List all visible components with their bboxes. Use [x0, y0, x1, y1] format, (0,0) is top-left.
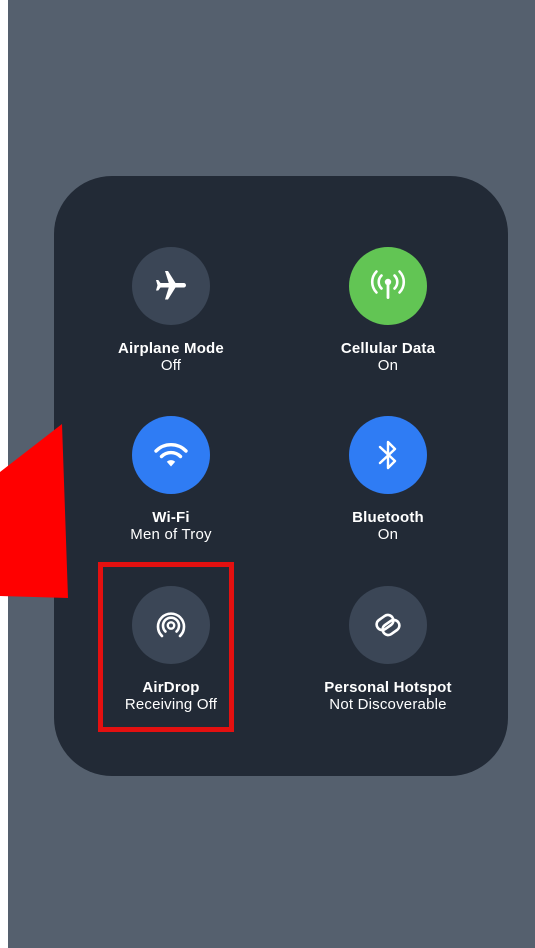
wifi-icon [152, 440, 190, 470]
cellular-data-status: On [377, 357, 399, 374]
bluetooth-button[interactable] [349, 416, 427, 494]
wifi-label: Wi-Fi [152, 509, 190, 526]
cellular-data-button[interactable] [349, 247, 427, 325]
wifi-network-status: Men of Troy [130, 526, 212, 543]
bluetooth-label: Bluetooth [352, 509, 424, 526]
airdrop-highlight-box [98, 562, 234, 732]
hotspot-link-icon [371, 608, 405, 642]
airplane-mode-button[interactable] [132, 247, 210, 325]
personal-hotspot-toggle[interactable]: Personal Hotspot Not Discoverable [278, 586, 498, 714]
personal-hotspot-button[interactable] [349, 586, 427, 664]
red-arrow-icon [0, 410, 80, 605]
airplane-mode-toggle[interactable]: Airplane Mode Off [61, 247, 281, 375]
personal-hotspot-status: Not Discoverable [329, 696, 447, 713]
wifi-toggle[interactable]: Wi-Fi Men of Troy [61, 416, 281, 544]
cellular-antenna-icon [368, 269, 408, 303]
airplane-mode-status: Off [160, 357, 182, 374]
bluetooth-status: On [377, 526, 399, 543]
wifi-button[interactable] [132, 416, 210, 494]
airplane-mode-label: Airplane Mode [118, 340, 224, 357]
personal-hotspot-label: Personal Hotspot [324, 679, 452, 696]
phone-screen: Airplane Mode Off Cellular Data On Wi-Fi… [8, 0, 535, 948]
cellular-data-toggle[interactable]: Cellular Data On [278, 247, 498, 375]
airplane-icon [153, 268, 189, 304]
bluetooth-toggle[interactable]: Bluetooth On [278, 416, 498, 544]
cellular-data-label: Cellular Data [340, 340, 436, 357]
bluetooth-icon [377, 438, 399, 472]
